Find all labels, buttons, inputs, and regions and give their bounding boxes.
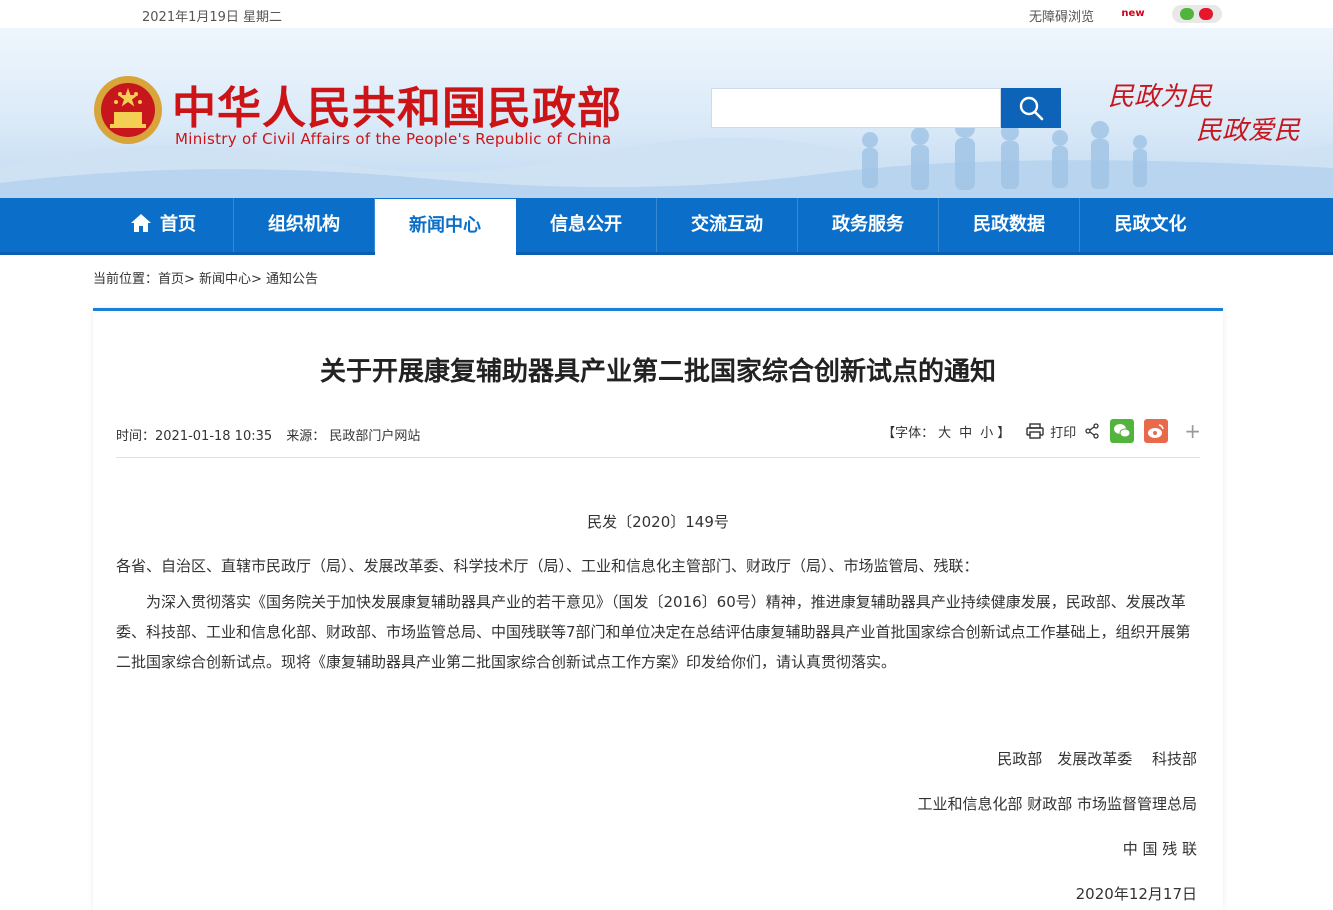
wechat-share-button[interactable] — [1110, 419, 1135, 443]
new-icon[interactable]: new — [1121, 6, 1145, 22]
printer-icon — [1026, 423, 1044, 439]
nav-item-services[interactable]: 政务服务 — [798, 198, 939, 252]
nav-item-home[interactable]: 首页 — [93, 198, 234, 252]
wechat-icon[interactable] — [1180, 8, 1194, 20]
nav-item-label: 首页 — [160, 214, 196, 235]
social-links — [1172, 5, 1222, 23]
font-size-label: 【字体： — [882, 425, 935, 441]
nav-item-interaction[interactable]: 交流互动 — [657, 198, 798, 252]
search-input[interactable] — [712, 89, 1000, 127]
site-subtitle: Ministry of Civil Affairs of the People'… — [175, 130, 612, 148]
signature-line: 工业和信息化部 财政部 市场监督管理总局 — [917, 795, 1197, 813]
nav-item-organization[interactable]: 组织机构 — [234, 198, 375, 252]
article-title: 关于开展康复辅助器具产业第二批国家综合创新试点的通知 — [319, 357, 996, 387]
print-label: 打印 — [1050, 425, 1077, 441]
weibo-share-button[interactable] — [1144, 419, 1169, 443]
article-tools: 【字体：大中小】 打印 + — [882, 419, 1201, 443]
weibo-icon — [1148, 424, 1164, 438]
main-nav: 首页 组织机构 新闻中心 信息公开 交流互动 政务服务 民政数据 民政文化 — [0, 198, 1333, 256]
current-date: 2021年1月19日 星期二 — [142, 10, 283, 25]
font-medium-button[interactable]: 中 — [959, 426, 972, 441]
nav-item-news-center[interactable]: 新闻中心 — [375, 199, 516, 256]
search-icon — [1019, 96, 1044, 121]
search-button[interactable] — [1001, 88, 1061, 128]
signature-line: 中 国 残 联 — [1122, 840, 1197, 858]
nav-item-culture[interactable]: 民政文化 — [1080, 198, 1221, 252]
breadcrumb[interactable]: 当前位置：首页> 新闻中心> 通知公告 — [93, 268, 318, 287]
publish-time: 时间：2021-01-18 10:35 — [116, 429, 273, 444]
print-button[interactable]: 打印 — [1026, 422, 1076, 441]
top-bar: 2021年1月19日 星期二 无障碍浏览 new — [0, 0, 1333, 28]
signature-line: 民政部 发展改革委 科技部 — [997, 750, 1197, 768]
site-header: 中华人民共和国民政部 Ministry of Civil Affairs of … — [0, 28, 1333, 198]
article-panel: 关于开展康复辅助器具产业第二批国家综合创新试点的通知 时间：2021-01-18… — [93, 308, 1223, 910]
national-emblem-icon — [94, 76, 162, 144]
weibo-icon[interactable] — [1199, 8, 1213, 20]
addressee-paragraph: 各省、自治区、直辖市民政厅（局）、发展改革委、科学技术厅（局）、工业和信息化主管… — [116, 557, 979, 575]
meta-divider — [116, 457, 1200, 458]
article-source: 来源： 民政部门户网站 — [286, 429, 421, 444]
home-icon — [131, 214, 151, 232]
accessibility-link[interactable]: 无障碍浏览 — [1029, 6, 1094, 25]
slogan-line-1: 民政为民 — [1108, 82, 1213, 112]
font-size-close: 】 — [997, 425, 1011, 441]
font-large-button[interactable]: 大 — [938, 426, 951, 441]
article-body: 民发〔2020〕149号 各省、自治区、直辖市民政厅（局）、发展改革委、科学技术… — [116, 507, 1200, 677]
nav-item-information[interactable]: 信息公开 — [516, 198, 657, 252]
nav-item-data[interactable]: 民政数据 — [939, 198, 1080, 252]
slogan-line-2: 民政爱民 — [1196, 116, 1301, 146]
body-paragraph: 为深入贯彻落实《国务院关于加快发展康复辅助器具产业的若干意见》（国发〔2016〕… — [116, 593, 1191, 671]
wechat-icon — [1114, 424, 1131, 438]
article-meta: 时间：2021-01-18 10:35 来源： 民政部门户网站 — [116, 425, 430, 444]
share-icon[interactable] — [1084, 423, 1100, 439]
font-size-control: 【字体：大中小】 — [882, 422, 1010, 441]
site-title: 中华人民共和国民政部 — [172, 83, 622, 134]
font-small-button[interactable]: 小 — [980, 426, 993, 441]
signature-date: 2020年12月17日 — [1075, 885, 1197, 903]
document-number: 民发〔2020〕149号 — [587, 513, 729, 531]
search-box — [711, 88, 1001, 128]
more-share-button[interactable]: + — [1184, 419, 1201, 443]
